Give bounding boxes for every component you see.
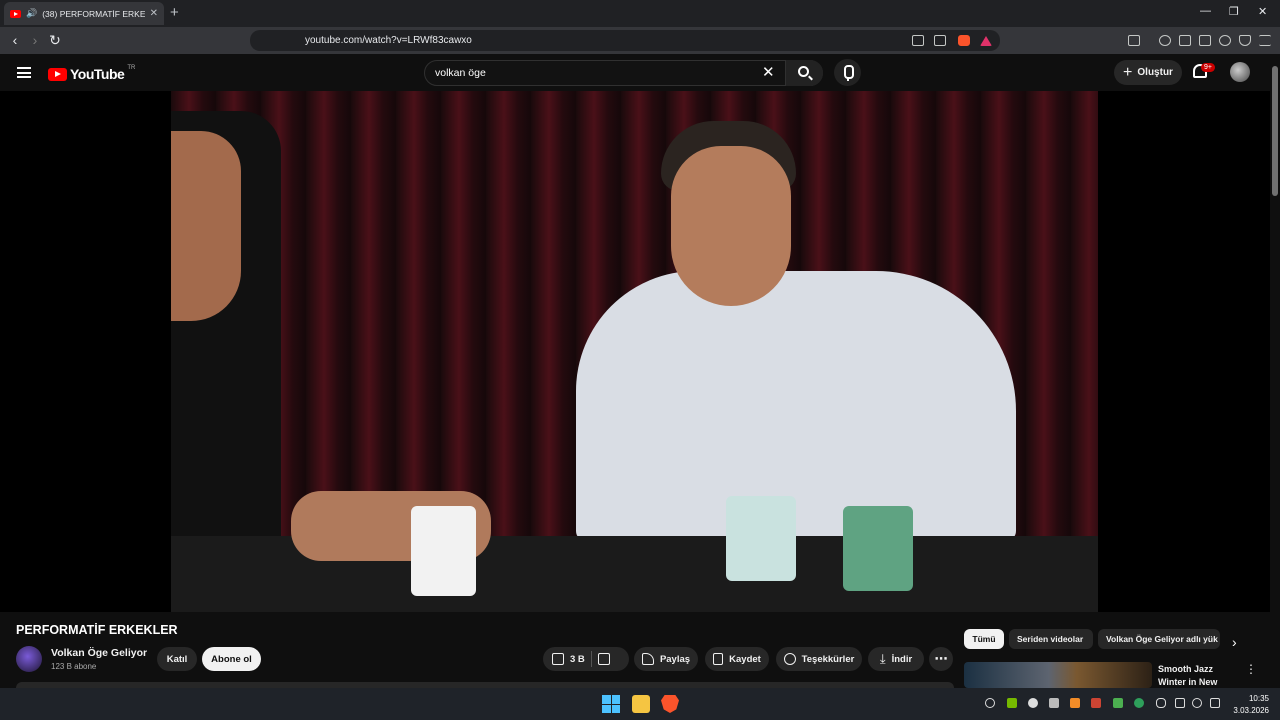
clock-time: 10:35 [1248,694,1269,703]
browser-menu-icon[interactable] [1259,35,1271,46]
youtube-play-icon [48,67,67,81]
leo-icon[interactable] [1219,35,1231,46]
tray-app3-icon[interactable] [1091,698,1101,708]
tray-mic-icon[interactable] [1156,698,1166,708]
new-tab-button[interactable]: + [170,4,179,21]
create-button[interactable]: + Oluştur [1114,60,1182,85]
chevron-right-icon[interactable]: › [1232,634,1237,650]
brave-rewards-icon[interactable] [980,36,992,46]
tray-app-icon[interactable] [985,698,995,708]
tab-close-icon[interactable]: ✕ [150,8,158,19]
youtube-header: YouTube TR volkan öge ✕ + Oluştur 9+ [0,54,1270,91]
thanks-icon [783,653,796,665]
audio-icon: 🔊 [26,8,38,18]
chip-channel-uploads[interactable]: Volkan Öge Geliyor adlı yük [1098,629,1220,649]
channel-avatar[interactable] [16,646,42,672]
share-label: Paylaş [659,653,691,665]
logo-text: YouTube [70,66,125,82]
share-button[interactable]: Paylaş [634,647,698,671]
video-person-left-face [171,131,241,321]
forward-icon[interactable]: › [27,32,43,48]
chip-series[interactable]: Seriden videolar [1009,629,1093,649]
windows-start-icon[interactable] [602,695,620,713]
cast-icon[interactable] [912,35,924,46]
share-icon [641,653,654,665]
save-button[interactable]: Kaydet [705,647,769,671]
video-mug-mint [726,496,796,581]
volume-icon[interactable] [1192,698,1202,708]
url-text: youtube.com/watch?v=LRWf83cawxo [305,35,472,46]
tab-active[interactable]: 🔊 (38) PERFORMATİF ERKEKLER ✕ [4,2,164,25]
thanks-button[interactable]: Teşekkürler [776,647,862,671]
tray-settings-icon[interactable] [1049,698,1059,708]
minimize-button[interactable]: — [1200,5,1211,17]
youtube-logo[interactable]: YouTube TR [48,65,136,82]
browser-tab-bar: 🔊 (38) PERFORMATİF ERKEKLER ✕ + — ❐ ✕ [0,0,1280,27]
join-button[interactable]: Katıl [157,647,197,671]
reader-mode-icon[interactable] [1128,35,1140,46]
like-dislike-group: 3 B [543,647,629,671]
subscribe-label: Abone ol [211,653,252,665]
brave-shields-icon[interactable] [958,35,970,46]
network-icon[interactable] [1175,698,1185,708]
save-label: Kaydet [729,653,761,665]
taskbar-clock[interactable]: 10:35 3.03.2026 [1229,693,1269,717]
like-icon[interactable] [552,653,564,665]
video-title: PERFORMATİF ERKEKLER [16,623,178,637]
notification-badge: 9+ [1201,63,1215,72]
recommendation-more-icon[interactable]: ⋮ [1245,662,1257,676]
chip-all[interactable]: Tümü [964,629,1004,649]
more-icon[interactable]: ⋯ [929,647,953,671]
like-count[interactable]: 3 B [570,654,585,665]
tray-app2-icon[interactable] [1070,698,1080,708]
share-page-icon[interactable] [934,35,946,46]
country-code: TR [127,65,136,71]
subscribe-button[interactable]: Abone ol [202,647,261,671]
battery-icon[interactable] [1210,698,1220,708]
nvidia-icon[interactable] [1007,698,1017,708]
thanks-label: Teşekkürler [801,653,855,665]
browser-toolbar: ‹ › ↻ youtube.com/watch?v=LRWf83cawxo [0,27,1280,54]
create-label: Oluştur [1137,67,1173,78]
file-explorer-icon[interactable] [632,695,650,713]
maximize-button[interactable]: ❐ [1229,5,1239,18]
wallet-icon[interactable] [1199,35,1211,46]
recommendation-thumbnail[interactable] [964,662,1152,688]
scrollbar-thumb[interactable] [1272,66,1278,196]
sidebar-icon[interactable] [1179,35,1191,46]
vpn-icon[interactable] [1239,35,1251,46]
video-player[interactable] [171,91,1098,612]
save-icon [713,653,724,665]
search-icon [798,66,809,77]
tray-app4-icon[interactable] [1113,698,1123,708]
youtube-favicon-icon [10,9,21,18]
search-button[interactable] [785,60,823,86]
address-bar[interactable]: youtube.com/watch?v=LRWf83cawxo [250,30,1000,51]
download-button[interactable]: ⤓ İndir [868,647,924,671]
avatar[interactable] [1230,62,1250,82]
like-divider [590,651,592,667]
tray-sync-icon[interactable] [1028,698,1038,708]
plus-icon: + [1123,63,1133,81]
close-window-button[interactable]: ✕ [1258,5,1267,18]
video-mug-white [411,506,476,596]
clear-icon[interactable]: ✕ [762,63,775,81]
back-icon[interactable]: ‹ [7,32,23,48]
download-label: İndir [891,653,913,665]
download-icon: ⤓ [879,651,886,666]
video-person-right [576,271,1016,541]
video-mug-green [843,506,913,591]
subscriber-count: 123 B abone [51,662,97,671]
reload-icon[interactable]: ↻ [47,32,63,49]
tray-app5-icon[interactable] [1134,698,1144,708]
tab-title: (38) PERFORMATİF ERKEKLER [42,8,145,19]
channel-name[interactable]: Volkan Öge Geliyor [51,647,147,659]
mic-icon[interactable] [834,59,861,86]
dislike-icon[interactable] [597,653,610,665]
clock-date: 3.03.2026 [1233,706,1269,715]
video-person-right-face [671,146,791,306]
media-icon[interactable] [1159,35,1171,46]
join-label: Katıl [166,653,188,665]
menu-icon[interactable] [17,67,31,78]
